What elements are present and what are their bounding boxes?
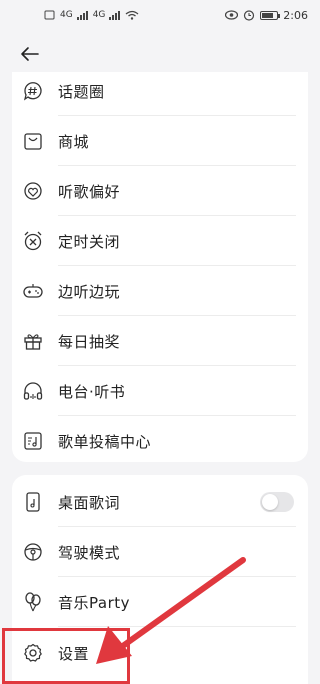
menu-item-desktop-lyrics[interactable]: 桌面歌词 [12, 477, 308, 527]
menu-item-label: 听歌偏好 [58, 182, 121, 201]
signal-icon [76, 11, 88, 20]
menu-item-label: 电台·听书 [58, 382, 126, 401]
toggle-knob [262, 494, 278, 510]
status-time: 2:06 [283, 8, 308, 22]
menu-item-settings[interactable]: 设置 [12, 628, 308, 678]
menu-item-timer-close[interactable]: 定时关闭 [12, 216, 308, 266]
menu-item-label: 设置 [58, 644, 90, 663]
phone-lyrics-icon [22, 491, 44, 513]
signal-icon-2 [109, 11, 121, 20]
menu-item-label: 话题圈 [58, 82, 105, 101]
status-bar: 4G 4G 2:06 [0, 0, 320, 30]
status-left: 4G 4G [44, 10, 139, 20]
balloons-icon [22, 591, 44, 613]
wifi-icon [125, 10, 139, 20]
divider [58, 626, 296, 627]
menu-item-music-party[interactable]: 音乐Party [12, 577, 308, 627]
menu-item-topic-circle[interactable]: 话题圈 [12, 66, 308, 116]
alarm-icon [244, 10, 255, 21]
menu-card-primary: 话题圈 商城 听歌偏好 定时关闭 边听边玩 每日抽奖 电台·听书 歌单投稿中心 [12, 72, 308, 462]
menu-item-playlist-submission[interactable]: 歌单投稿中心 [12, 416, 308, 466]
gear-icon [22, 642, 44, 664]
menu-item-label: 桌面歌词 [58, 493, 121, 512]
menu-item-label: 音乐Party [58, 593, 130, 612]
menu-item-label: 驾驶模式 [58, 543, 121, 562]
menu-item-label: 歌单投稿中心 [58, 432, 152, 451]
steering-wheel-icon [22, 541, 44, 563]
alarm-timer-icon [22, 230, 44, 252]
menu-item-radio-audiobook[interactable]: 电台·听书 [12, 366, 308, 416]
back-arrow-icon [21, 47, 39, 61]
menu-card-secondary: 桌面歌词 驾驶模式 音乐Party 设置 [12, 475, 308, 684]
network-type-left: 4G [60, 10, 73, 20]
menu-item-label: 定时关闭 [58, 232, 121, 251]
gamepad-icon [22, 280, 44, 302]
menu-item-mall[interactable]: 商城 [12, 116, 308, 166]
menu-item-music-preference[interactable]: 听歌偏好 [12, 166, 308, 216]
menu-item-play-while-listening[interactable]: 边听边玩 [12, 266, 308, 316]
sim-card-icon [44, 10, 55, 20]
playlist-submit-icon [22, 430, 44, 452]
battery-icon [260, 10, 281, 20]
desktop-lyrics-toggle[interactable] [260, 492, 294, 512]
status-right: 2:06 [225, 9, 308, 22]
menu-item-driving-mode[interactable]: 驾驶模式 [12, 527, 308, 577]
chat-hash-icon [22, 80, 44, 102]
back-button[interactable] [16, 40, 44, 68]
menu-item-label: 商城 [58, 132, 90, 151]
music-preference-icon [22, 180, 44, 202]
gift-icon [22, 330, 44, 352]
network-type-right: 4G [92, 10, 106, 20]
shopping-bag-icon [22, 130, 44, 152]
eye-icon [225, 10, 239, 20]
menu-item-daily-lottery[interactable]: 每日抽奖 [12, 316, 308, 366]
menu-item-label: 边听边玩 [58, 282, 121, 301]
menu-item-label: 每日抽奖 [58, 332, 121, 351]
headphones-icon [22, 380, 44, 402]
